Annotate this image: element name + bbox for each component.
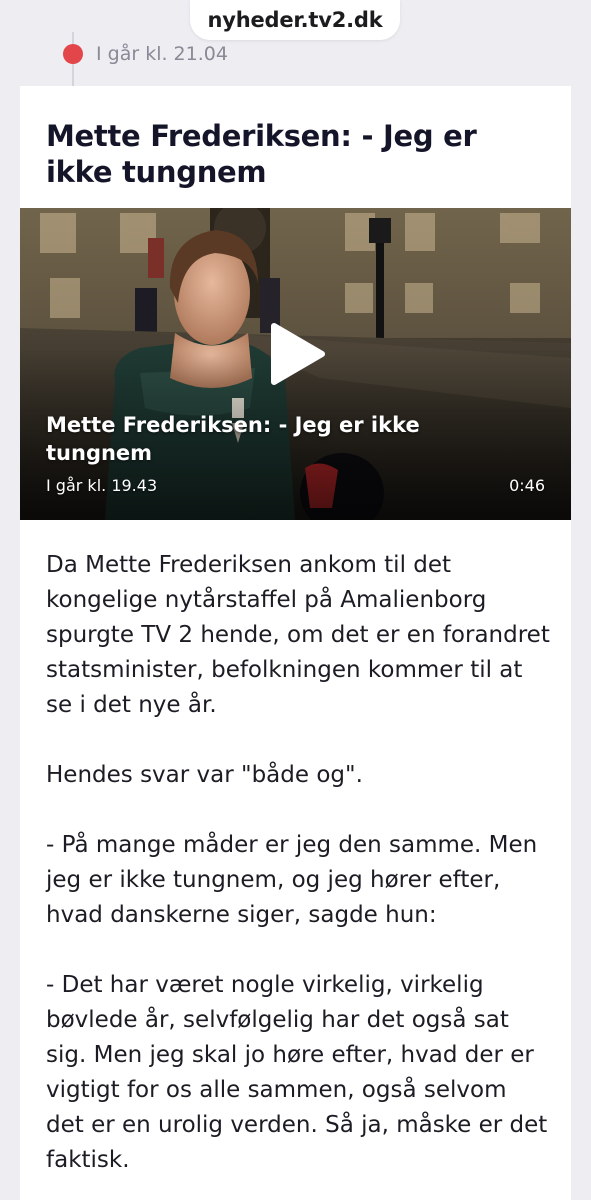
paragraph: Da Mette Frederiksen ankom til det konge… — [46, 552, 550, 718]
url-bar[interactable]: nyheder.tv2.dk — [190, 0, 400, 40]
video-title: Mette Frederiksen: - Jeg er ikke tungnem — [46, 413, 420, 465]
paragraph: - Det har været nogle virkelig, virkelig… — [46, 972, 548, 1173]
video-duration: 0:46 — [509, 476, 545, 495]
timeline-dot — [63, 44, 83, 64]
paragraph: Hendes svar var "både og". — [46, 762, 363, 788]
paragraph: - På mange måder er jeg den samme. Men j… — [46, 832, 538, 928]
video-player[interactable]: Mette Frederiksen: - Jeg er ikke tungnem… — [20, 208, 571, 520]
post-timestamp: I går kl. 21.04 — [96, 43, 228, 65]
article-body: Da Mette Frederiksen ankom til det konge… — [46, 548, 551, 1200]
video-timestamp: I går kl. 19.43 — [46, 476, 158, 495]
play-icon[interactable] — [268, 322, 326, 386]
article-headline[interactable]: Mette Frederiksen: - Jeg er ikke tungnem — [46, 118, 546, 190]
article-card: Mette Frederiksen: - Jeg er ikke tungnem — [20, 86, 571, 1200]
url-text: nyheder.tv2.dk — [207, 8, 383, 32]
